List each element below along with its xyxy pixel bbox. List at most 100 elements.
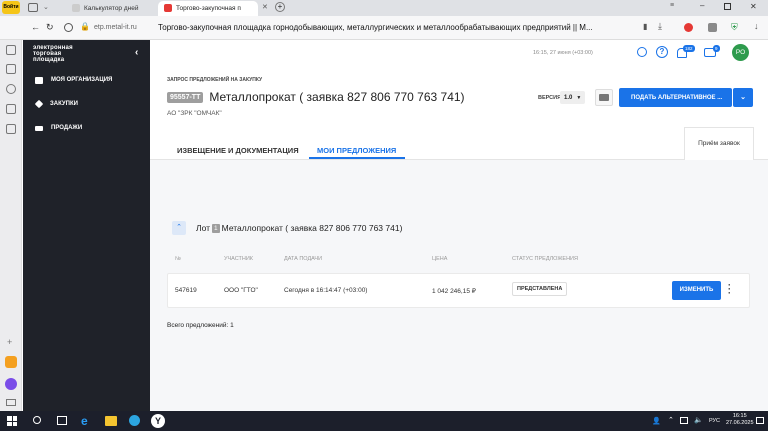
- sidebar-item-label: ПРОДАЖИ: [51, 125, 83, 131]
- minimize-icon[interactable]: –: [700, 1, 704, 10]
- sidebar-item-my-organization[interactable]: МОЯ ОРГАНИЗАЦИЯ: [35, 74, 112, 86]
- logo-line: площадка: [33, 57, 65, 63]
- yandex-protect-icon[interactable]: [64, 23, 73, 32]
- shield-icon[interactable]: ⛨: [731, 22, 738, 33]
- column-header-status: СТАТУС ПРЕДЛОЖЕНИЯ: [512, 256, 578, 262]
- chevron-down-icon[interactable]: ⌄: [43, 3, 49, 11]
- tab-trading-platform[interactable]: Торгово-закупочная п: [158, 1, 258, 16]
- panel-settings-icon[interactable]: [6, 399, 16, 406]
- mail-icon[interactable]: [5, 356, 17, 368]
- status-badge: ПРЕДСТАВЛЕНА: [512, 282, 568, 296]
- calculator-favicon-icon: [72, 4, 80, 13]
- sidebar-icon-3[interactable]: [6, 84, 16, 94]
- organization-name: АО "ЗРК "ОМЧАК": [167, 110, 222, 117]
- language-indicator[interactable]: РУС: [709, 418, 720, 424]
- reload-icon[interactable]: ↻: [46, 22, 54, 33]
- column-header-date: ДАТА ПОДАЧИ: [284, 256, 323, 262]
- lot-header: ⌃ Лот 1 Металлопрокат ( заявка 827 806 7…: [172, 221, 402, 235]
- version-select[interactable]: 1.0 ▼: [560, 91, 586, 104]
- sidebar-icon-2[interactable]: [6, 64, 16, 74]
- tray-up-icon[interactable]: ⌃: [668, 416, 674, 424]
- volume-icon[interactable]: 🔈: [694, 416, 703, 424]
- column-header-price: ЦЕНА: [432, 256, 448, 262]
- search-icon[interactable]: [33, 416, 41, 424]
- url-domain[interactable]: etp.metal-it.ru: [94, 24, 137, 31]
- address-bar: ← ↻ 🔒 etp.metal-it.ru Торгово-закупочная…: [0, 16, 768, 40]
- version-label: ВЕРСИЯ: [538, 95, 562, 101]
- lock-icon[interactable]: 🔒: [80, 22, 90, 31]
- version-value: 1.0: [564, 94, 573, 101]
- search-icon[interactable]: [637, 47, 647, 57]
- request-kicker: ЗАПРОС ПРЕДЛОЖЕНИЙ НА ЗАКУПКУ: [167, 77, 263, 83]
- avatar[interactable]: РО: [732, 44, 749, 61]
- tab-notice-documentation[interactable]: ИЗВЕЩЕНИЕ И ДОКУМЕНТАЦИЯ: [177, 146, 299, 155]
- sidebar-item-sales[interactable]: ПРОДАЖИ: [35, 122, 82, 134]
- print-button[interactable]: [595, 89, 613, 106]
- collapse-lot-button[interactable]: ⌃: [172, 221, 186, 235]
- browser-tab-bar: Войти ⌄ Калькулятор дней Торгово-закупоч…: [0, 0, 768, 16]
- clock-time: 16:15: [732, 413, 747, 419]
- close-tab-icon[interactable]: ✕: [262, 3, 268, 11]
- notification-center-icon[interactable]: [756, 417, 764, 424]
- submit-alternative-dropdown[interactable]: ⌄: [733, 88, 753, 107]
- cart-icon: [35, 125, 43, 131]
- lot-prefix: Лот: [196, 223, 211, 233]
- extension-red-icon[interactable]: [684, 23, 693, 32]
- windows-start-icon[interactable]: [7, 416, 17, 426]
- close-window-icon[interactable]: ✕: [750, 2, 757, 11]
- sidebar-icon-4[interactable]: [6, 104, 16, 114]
- more-options-icon[interactable]: · · ·: [728, 281, 731, 298]
- tab-menu-icon[interactable]: ≡: [670, 2, 674, 9]
- ie-icon[interactable]: e: [81, 414, 88, 428]
- maximize-icon[interactable]: [724, 3, 731, 10]
- chat-app-icon[interactable]: [129, 415, 140, 426]
- edit-offer-button[interactable]: ИЗМЕНИТЬ: [672, 281, 721, 300]
- submit-alternative-label: ПОДАТЬ АЛЬТЕРНАТИВНОЕ ...: [631, 94, 723, 101]
- sidebar-item-label: МОЯ ОРГАНИЗАЦИЯ: [51, 77, 113, 83]
- printer-icon: [599, 94, 609, 101]
- back-icon[interactable]: ←: [31, 22, 40, 32]
- submit-alternative-button[interactable]: ПОДАТЬ АЛЬТЕРНАТИВНОЕ ...: [619, 88, 732, 107]
- add-panel-icon[interactable]: +: [7, 337, 12, 347]
- sidebar-item-purchases[interactable]: ЗАКУПКИ: [34, 98, 78, 110]
- downloads-arrow-icon[interactable]: ↓: [754, 21, 759, 31]
- notifications-badge: 182: [683, 45, 695, 52]
- help-icon[interactable]: ?: [656, 46, 668, 58]
- task-view-icon[interactable]: [57, 416, 67, 425]
- page-title[interactable]: Торгово-закупочная площадка горнодобываю…: [158, 23, 648, 32]
- bookmark-icon[interactable]: ▮: [643, 22, 647, 31]
- tab-label: Калькулятор дней: [84, 5, 139, 12]
- sidebar-icon-5[interactable]: [6, 124, 16, 134]
- status-panel-label: Приём заявок: [698, 140, 740, 147]
- alice-icon[interactable]: [5, 378, 17, 390]
- request-heading: 95557-ТТ Металлопрокат ( заявка 827 806 …: [167, 90, 465, 104]
- windows-taskbar: e Y 👤 ⌃ 🔈 РУС 16:15 27.06.2025: [0, 411, 768, 431]
- app-sidebar: электронная торговая площадка ‹ МОЯ ОРГА…: [23, 40, 150, 411]
- clock[interactable]: 16:15 27.06.2025: [726, 413, 754, 427]
- yandex-login-button[interactable]: Войти: [2, 1, 20, 14]
- status-panel: Приём заявок: [684, 127, 754, 160]
- chevron-down-icon: ⌄: [740, 94, 746, 101]
- column-header-participant: УЧАСТНИК: [224, 256, 253, 262]
- tab-calculator[interactable]: Калькулятор дней: [66, 1, 156, 16]
- request-code-badge: 95557-ТТ: [167, 91, 204, 103]
- offer-number[interactable]: 547619: [175, 287, 197, 294]
- platform-logo[interactable]: электронная торговая площадка: [33, 45, 73, 63]
- total-offers: Всего предложений: 1: [167, 322, 234, 329]
- lot-title: Металлопрокат ( заявка 827 806 770 763 7…: [221, 223, 403, 233]
- extension-grey-icon[interactable]: [708, 23, 717, 32]
- sidebar-icon-1[interactable]: [6, 45, 16, 55]
- tab-overview-icon[interactable]: [28, 3, 38, 12]
- offer-price: 1 042 246,15 ₽: [432, 288, 476, 295]
- download-icon[interactable]: ⤓: [658, 21, 662, 32]
- chevron-down-icon: ▼: [576, 94, 582, 101]
- network-icon[interactable]: [680, 417, 688, 424]
- tab-my-offers[interactable]: МОИ ПРЕДЛОЖЕНИЯ: [317, 146, 396, 155]
- yandex-browser-icon[interactable]: Y: [151, 414, 165, 428]
- tray-user-icon[interactable]: 👤: [652, 417, 661, 425]
- current-datetime: 16:15, 27 июня (+03:00): [533, 50, 593, 56]
- collapse-sidebar-icon[interactable]: ‹: [135, 47, 138, 58]
- new-tab-button[interactable]: +: [275, 2, 285, 12]
- clock-date: 27.06.2025: [726, 420, 754, 426]
- file-explorer-icon[interactable]: [105, 416, 117, 426]
